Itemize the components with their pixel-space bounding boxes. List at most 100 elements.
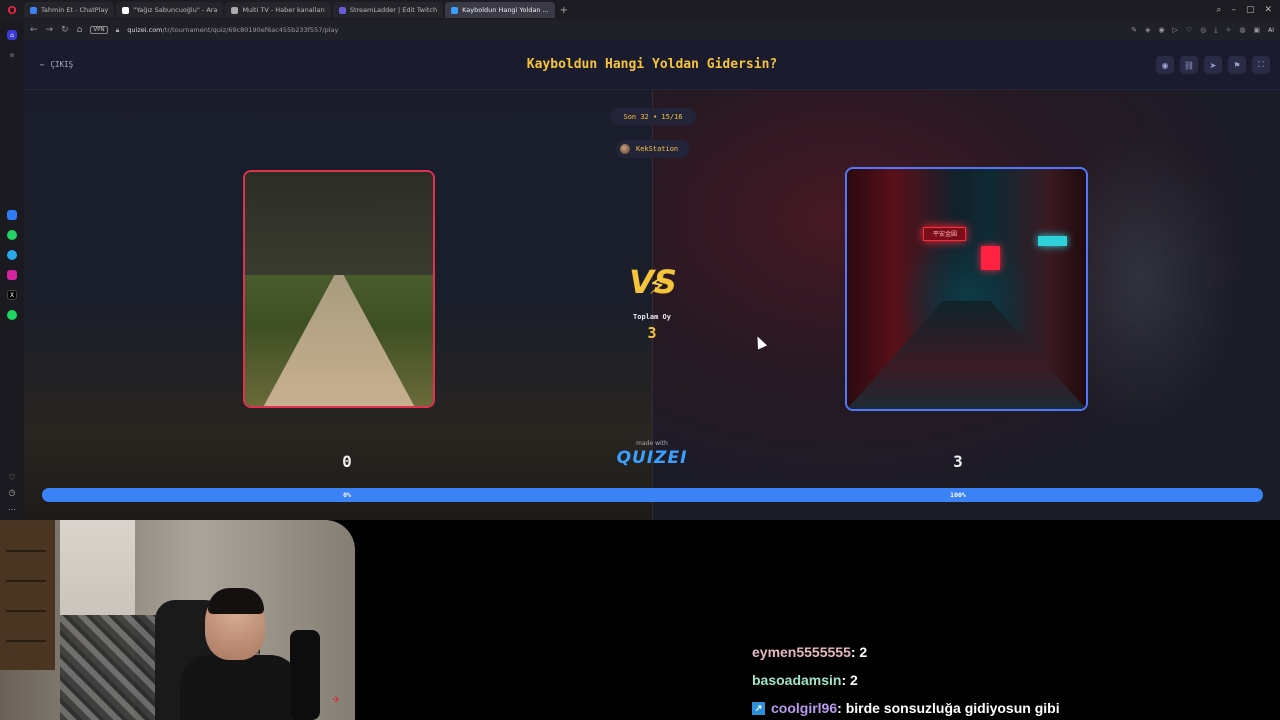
neon-light — [1038, 236, 1067, 246]
maximize-icon[interactable]: ▢ — [1246, 5, 1255, 15]
whatsapp-icon[interactable] — [7, 230, 17, 240]
share-icon[interactable]: ➤ — [1204, 56, 1222, 74]
x-icon[interactable]: X — [7, 290, 17, 300]
chat-text: : 2 — [841, 672, 858, 688]
author-name: KekStation — [636, 145, 679, 153]
road-image-sky — [245, 172, 433, 280]
neon-light — [980, 245, 1000, 270]
chat-message: ↗ coolgirl96 : birde sonsuzluğa gidiyosun… — [752, 694, 1060, 720]
home-icon[interactable]: ⌂ — [77, 25, 83, 35]
heart-icon[interactable]: ♡ — [8, 473, 15, 482]
chat-overlay: eymen5555555 : 2 basoadamsin : 2 ↗ coolgi… — [752, 638, 1060, 720]
search-icon[interactable]: ⌕ — [1216, 5, 1221, 15]
new-tab-icon[interactable]: + — [557, 3, 571, 17]
tab-favicon-icon — [451, 6, 459, 14]
back-icon[interactable]: ← — [30, 25, 38, 35]
messenger-icon[interactable] — [7, 210, 17, 220]
streamer-watermark-icon: ✈ — [332, 695, 341, 706]
shelf — [0, 520, 55, 670]
lightning-icon: ⚡ — [648, 271, 667, 301]
forward-icon[interactable]: → — [46, 25, 54, 35]
address-bar: ← → ↻ ⌂ VPN 🔒︎ quizei.com/tr/tournament/… — [24, 20, 1280, 40]
reload-icon[interactable]: ↻ — [61, 25, 69, 35]
edit-icon[interactable]: ✎ — [1131, 26, 1137, 34]
flag-icon[interactable]: ⚑ — [1228, 56, 1246, 74]
link-icon[interactable]: ⛓ — [1180, 56, 1198, 74]
browser-tab-active[interactable]: Kayboldun Hangi Yoldan ... — [445, 2, 555, 18]
tab-favicon-icon — [231, 6, 239, 14]
play-icon[interactable]: ▷ — [1173, 26, 1178, 34]
browser-tab[interactable]: StreamLadder | Edit Twitch — [332, 2, 444, 18]
browser-sidebar: ⌂ ☆ X ♡ ◷ … — [0, 20, 24, 520]
tab-label: Tahmin Et - ChatPlay — [41, 6, 109, 14]
total-votes-value: 3 — [647, 324, 657, 342]
chat-text: : birde sonsuzluğa gidiyosun gibi — [837, 700, 1060, 716]
browser-tab[interactable]: Multi TV - Haber kanalları — [225, 2, 331, 18]
spotify-icon[interactable] — [7, 310, 17, 320]
avatar — [620, 144, 630, 154]
streamer-hair — [208, 588, 264, 614]
chat-message: basoadamsin : 2 — [752, 666, 1060, 694]
quiz-page: ← ÇIKIŞ Kayboldun Hangi Yoldan Gidersin?… — [24, 40, 1280, 520]
right-option-card[interactable]: 平安金圓 — [845, 167, 1088, 411]
tab-favicon-icon — [30, 6, 37, 14]
lock-icon[interactable]: 🔒︎ — [116, 26, 120, 35]
extension-icon[interactable]: ◈ — [1145, 26, 1150, 34]
right-percent-label: 100% — [950, 491, 966, 499]
vote-progress-bar — [42, 488, 1263, 502]
vs-logo: VS ⚡ — [628, 260, 678, 304]
author-badge[interactable]: KekStation — [616, 140, 690, 158]
wallet-icon[interactable]: ▣ — [1254, 26, 1261, 34]
quizei-logo[interactable]: QUIZEI — [24, 448, 1280, 468]
tab-label: Multi TV - Haber kanalları — [242, 6, 325, 14]
home-sidebar-icon[interactable]: ⌂ — [7, 30, 17, 40]
total-votes-label: Toplam Oy — [633, 313, 671, 321]
chat-text: : 2 — [850, 644, 868, 660]
browser-tab[interactable]: "Yağız Sabuncuoğlu" - Ara — [116, 2, 224, 18]
shield-icon[interactable]: ◉ — [1159, 26, 1165, 34]
right-score: 3 — [953, 452, 963, 471]
vpn-badge[interactable]: VPN — [90, 26, 108, 34]
webcam-overlay: ✈ — [0, 520, 355, 720]
alley-image: 平安金圓 — [847, 169, 1086, 409]
right-progress-fill — [42, 488, 1263, 502]
neon-sign: 平安金圓 — [923, 226, 967, 241]
eye-icon[interactable]: ◉ — [1156, 56, 1174, 74]
opera-logo-icon[interactable]: O — [0, 0, 24, 20]
made-with-label: made with — [636, 440, 668, 447]
snapshot-icon[interactable]: ◎ — [1200, 26, 1206, 34]
tab-favicon-icon — [338, 6, 346, 14]
chat-message: eymen5555555 : 2 — [752, 638, 1060, 666]
microphone — [290, 630, 320, 720]
telegram-icon[interactable] — [7, 250, 17, 260]
history-icon[interactable]: ◷ — [9, 488, 16, 497]
profile-icon[interactable]: ◍ — [1239, 26, 1245, 34]
quiz-title: Kayboldun Hangi Yoldan Gidersin? — [526, 57, 778, 72]
url-path: /tr/tournament/quiz/69c80190ef6ac455b233… — [162, 26, 339, 34]
star-icon[interactable]: ☆ — [7, 50, 17, 60]
left-score: 0 — [342, 452, 352, 471]
bookmark-icon[interactable]: ♡ — [1186, 26, 1192, 34]
url-field[interactable]: quizei.com/tr/tournament/quiz/69c80190ef… — [127, 26, 338, 34]
chat-badge-icon: ↗ — [752, 701, 765, 715]
close-icon[interactable]: ✕ — [1264, 5, 1272, 15]
extensions-puzzle-icon[interactable]: ✧ — [1226, 26, 1232, 34]
instagram-icon[interactable] — [7, 270, 17, 280]
chat-username: basoadamsin — [752, 672, 842, 688]
fullscreen-icon[interactable]: ⛶ — [1252, 56, 1270, 74]
quiz-header: ← ÇIKIŞ Kayboldun Hangi Yoldan Gidersin?… — [24, 40, 1280, 90]
minimize-icon[interactable]: – — [1231, 5, 1236, 15]
ai-button[interactable]: AI — [1268, 27, 1274, 34]
browser-tabbar: O Tahmin Et - ChatPlay "Yağız Sabuncuoğl… — [0, 0, 1280, 20]
left-percent-label: 0% — [343, 491, 351, 499]
streamer-body — [180, 655, 300, 720]
more-icon[interactable]: … — [8, 503, 16, 512]
chat-username: eymen5555555 — [752, 644, 851, 660]
download-icon[interactable]: ⤓ — [1214, 26, 1217, 35]
left-option-card[interactable] — [243, 170, 435, 408]
tab-label: Kayboldun Hangi Yoldan ... — [462, 6, 549, 14]
url-domain: quizei.com — [127, 26, 163, 34]
round-badge: Son 32 • 15/16 — [610, 108, 696, 125]
tab-label: StreamLadder | Edit Twitch — [349, 6, 438, 14]
browser-tab[interactable]: Tahmin Et - ChatPlay — [24, 2, 115, 18]
